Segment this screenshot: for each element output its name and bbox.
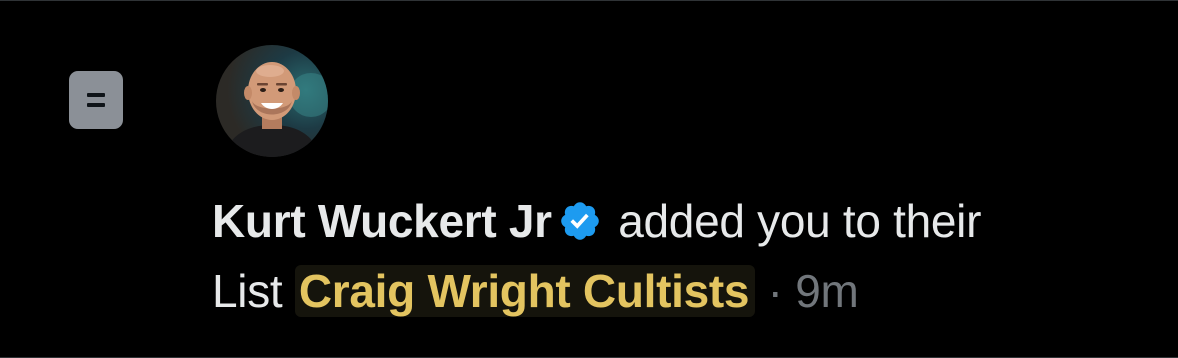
avatar-portrait — [224, 62, 328, 157]
list-icon-bar — [87, 93, 105, 97]
list-icon-bar — [87, 103, 105, 107]
action-text: added you to their — [618, 195, 982, 247]
user-name-link[interactable]: Kurt Wuckert Jr — [212, 195, 552, 247]
list-icon — [69, 71, 123, 129]
separator: · — [755, 265, 795, 317]
separator-dot: · — [767, 265, 783, 317]
avatar[interactable] — [216, 45, 328, 157]
list-word: List — [212, 265, 283, 317]
timestamp: 9m — [795, 265, 859, 317]
list-added-notification[interactable]: Kurt Wuckert Jr added you to their List … — [0, 0, 1178, 358]
verified-badge-icon — [560, 202, 599, 240]
notification-text: Kurt Wuckert Jr added you to their List … — [212, 186, 1152, 326]
list-name-link[interactable]: Craig Wright Cultists — [294, 265, 756, 317]
